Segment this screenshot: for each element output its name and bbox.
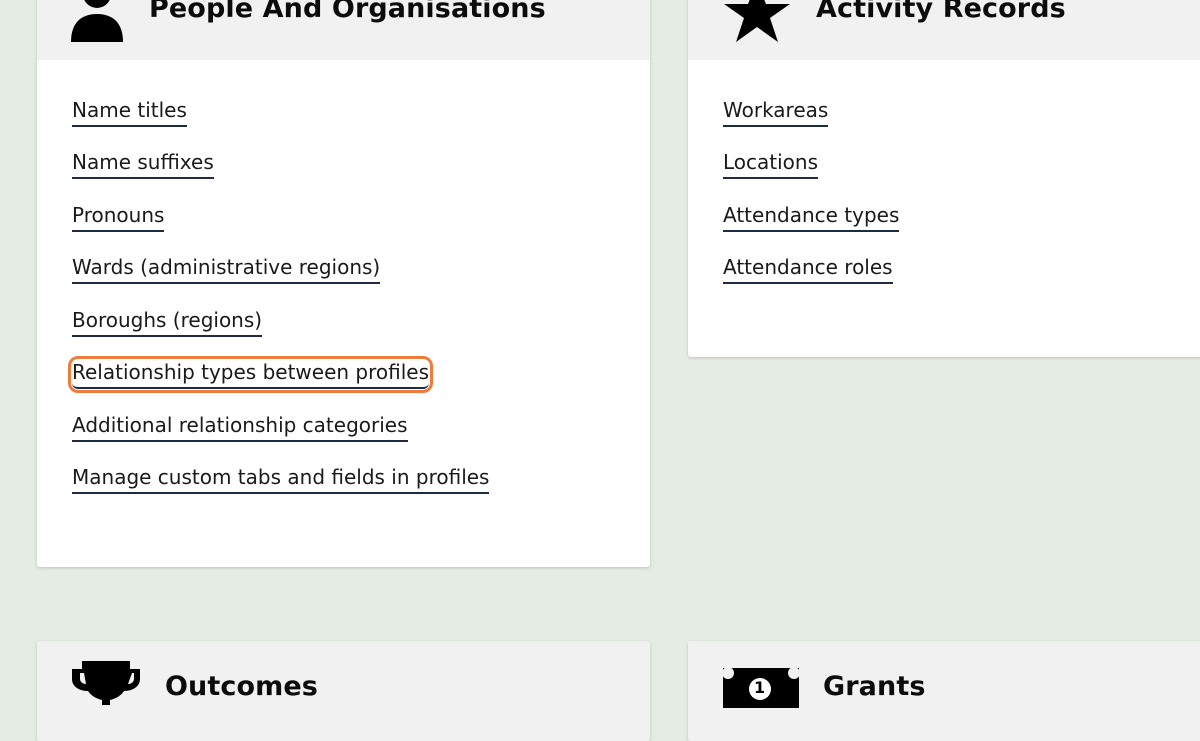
link-name-titles[interactable]: Name titles bbox=[72, 98, 187, 127]
link-relationship-types[interactable]: Relationship types between profiles bbox=[67, 356, 434, 393]
link-boroughs[interactable]: Boroughs (regions) bbox=[72, 308, 263, 337]
banknote-value: 1 bbox=[754, 678, 766, 697]
link-manage-custom-tabs[interactable]: Manage custom tabs and fields in profile… bbox=[72, 465, 490, 494]
star-icon bbox=[722, 0, 792, 50]
link-additional-relationship-categories[interactable]: Additional relationship categories bbox=[72, 413, 408, 442]
card-title: Outcomes bbox=[165, 671, 318, 702]
card-title: People And Organisations bbox=[149, 0, 546, 24]
link-wards[interactable]: Wards (administrative regions) bbox=[72, 255, 381, 284]
person-icon bbox=[70, 0, 126, 46]
card-header: Activity Records bbox=[688, 0, 1200, 60]
link-name-suffixes[interactable]: Name suffixes bbox=[72, 150, 214, 179]
outcomes-card: Outcomes bbox=[37, 641, 650, 741]
card-title: Grants bbox=[823, 671, 926, 702]
link-workareas[interactable]: Workareas bbox=[723, 98, 829, 127]
banknote-icon: 1 bbox=[722, 667, 800, 713]
card-header: 1 Grants bbox=[688, 641, 1200, 741]
link-locations[interactable]: Locations bbox=[723, 150, 819, 179]
link-pronouns[interactable]: Pronouns bbox=[72, 203, 165, 232]
activity-records-card: Activity Records Workareas Locations Att… bbox=[688, 0, 1200, 357]
grants-card: 1 Grants bbox=[688, 641, 1200, 741]
card-title: Activity Records bbox=[816, 0, 1066, 24]
link-attendance-roles[interactable]: Attendance roles bbox=[723, 255, 893, 284]
link-attendance-types[interactable]: Attendance types bbox=[723, 203, 900, 232]
people-and-organisations-card: People And Organisations Name titles Nam… bbox=[37, 0, 650, 567]
card-header: Outcomes bbox=[37, 641, 650, 741]
trophy-icon bbox=[70, 659, 142, 709]
card-header: People And Organisations bbox=[37, 0, 650, 60]
